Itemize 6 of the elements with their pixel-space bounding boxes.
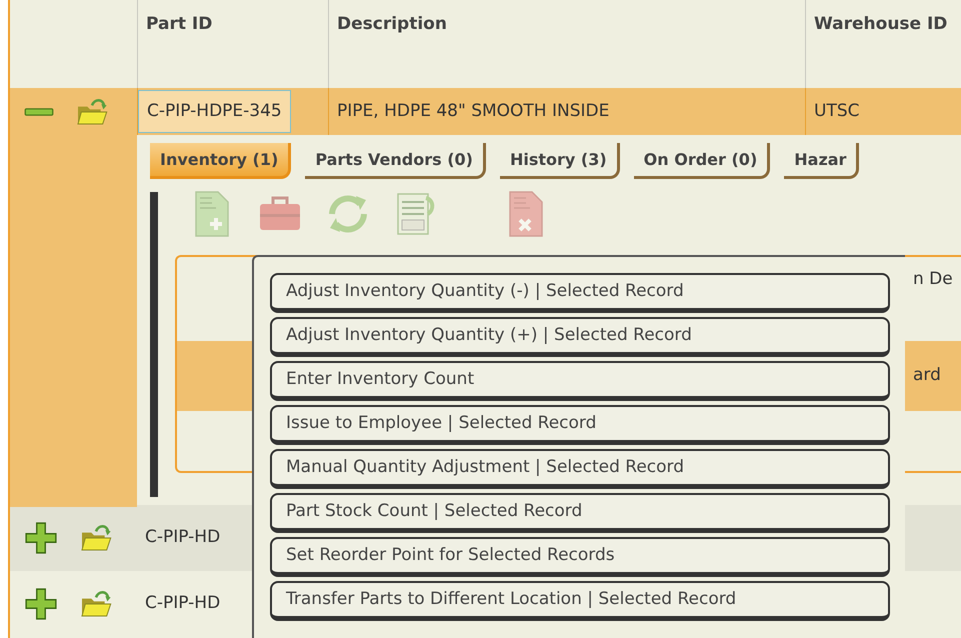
table-cell: C-PIP-HDPE-345 [138,90,291,133]
table-cell-text: UTSC [814,100,860,123]
table-cell-text: C-PIP-HD [145,526,220,550]
table-cell-text: PIPE, HDPE 48" SMOOTH INSIDE [337,100,610,123]
table-cell-text: C-PIP-HD [145,592,220,616]
table-cell-text: ard [913,364,941,388]
